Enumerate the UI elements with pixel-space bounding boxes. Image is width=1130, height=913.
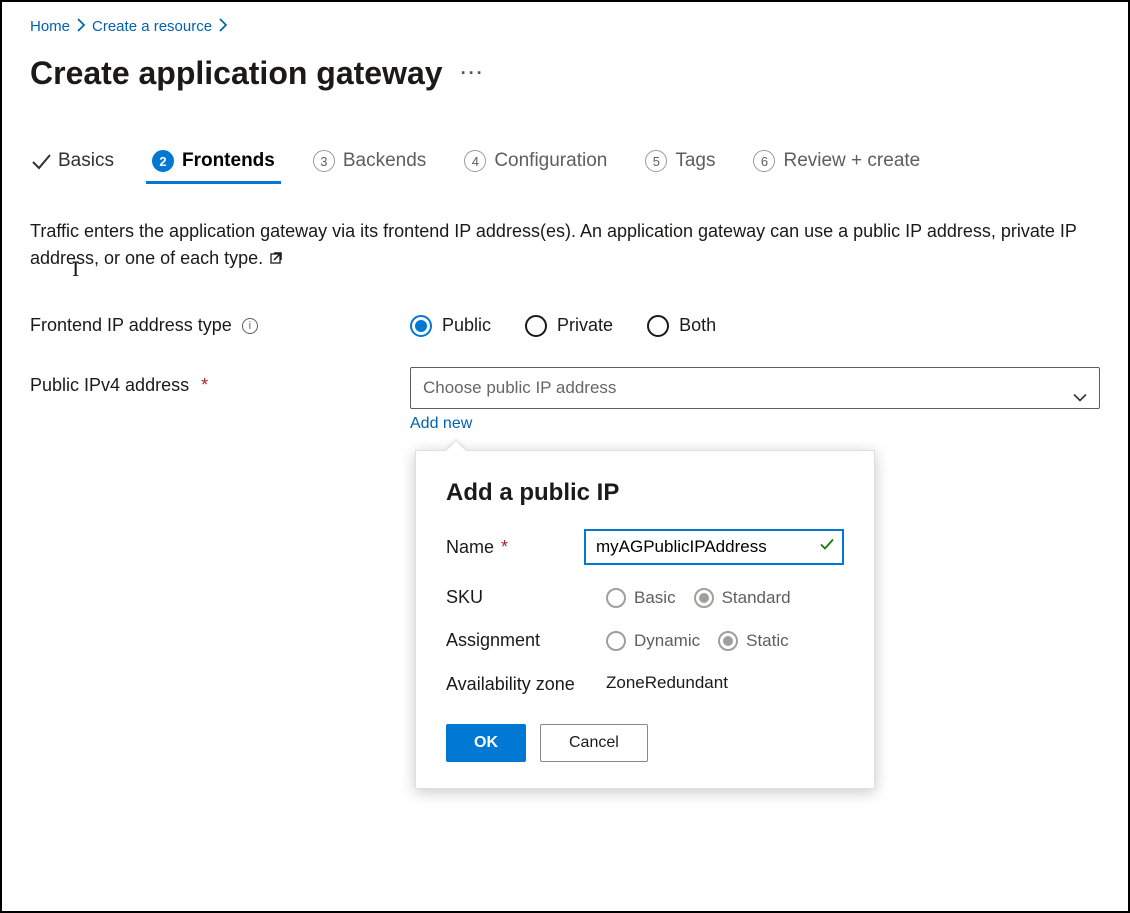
tab-label: Basics [58, 150, 114, 172]
cancel-button[interactable]: Cancel [540, 724, 648, 762]
chevron-right-icon [76, 16, 86, 37]
tab-label: Configuration [494, 150, 607, 172]
tab-label: Frontends [182, 150, 275, 172]
radio-assignment-static: Static [718, 631, 789, 651]
tab-number-icon: 3 [313, 150, 335, 172]
tab-basics[interactable]: Basics [30, 150, 114, 182]
check-icon [818, 536, 836, 559]
popup-zone-value: ZoneRedundant [606, 673, 844, 693]
frontend-ip-type-label: Frontend IP address type i [30, 315, 410, 336]
description-text: Traffic enters the application gateway v… [30, 218, 1080, 273]
radio-public[interactable]: Public [410, 315, 491, 337]
check-icon [30, 151, 50, 171]
tab-configuration[interactable]: 4 Configuration [464, 150, 607, 182]
radio-assignment-dynamic: Dynamic [606, 631, 700, 651]
chevron-down-icon [1072, 389, 1088, 410]
ok-button[interactable]: OK [446, 724, 526, 762]
tab-label: Tags [675, 150, 715, 172]
radio-both[interactable]: Both [647, 315, 716, 337]
add-public-ip-popup: Add a public IP Name * SKU Basic [415, 450, 875, 789]
breadcrumb-create-resource[interactable]: Create a resource [92, 18, 212, 35]
popup-name-input[interactable] [584, 529, 844, 565]
popup-sku-label: SKU [446, 587, 606, 608]
tab-backends[interactable]: 3 Backends [313, 150, 426, 182]
popup-assignment-label: Assignment [446, 630, 606, 651]
public-ip-label: Public IPv4 address* [30, 367, 410, 396]
frontend-ip-type-radios: Public Private Both [410, 315, 716, 337]
chevron-right-icon [218, 16, 228, 37]
tab-number-icon: 6 [753, 150, 775, 172]
radio-sku-standard: Standard [694, 588, 791, 608]
tab-label: Backends [343, 150, 426, 172]
add-new-link[interactable]: Add new [410, 415, 1100, 433]
tab-tags[interactable]: 5 Tags [645, 150, 715, 182]
wizard-tabs: Basics 2 Frontends 3 Backends 4 Configur… [30, 150, 1100, 182]
info-icon[interactable]: i [242, 318, 258, 334]
popup-name-label: Name * [446, 537, 584, 558]
external-link-icon[interactable] [270, 246, 286, 273]
tab-label: Review + create [783, 150, 920, 172]
tab-frontends[interactable]: 2 Frontends [152, 150, 275, 182]
popup-zone-label: Availability zone [446, 673, 606, 696]
popup-title: Add a public IP [446, 479, 844, 507]
breadcrumb: Home Create a resource [30, 14, 1100, 37]
radio-sku-basic: Basic [606, 588, 676, 608]
tab-number-icon: 4 [464, 150, 486, 172]
tab-number-icon: 5 [645, 150, 667, 172]
tab-number-icon: 2 [152, 150, 174, 172]
public-ip-select[interactable]: Choose public IP address [410, 367, 1100, 409]
more-icon[interactable]: ··· [461, 63, 485, 84]
tab-review-create[interactable]: 6 Review + create [753, 150, 920, 182]
breadcrumb-home[interactable]: Home [30, 18, 70, 35]
radio-private[interactable]: Private [525, 315, 613, 337]
page-title: Create application gateway ··· [30, 55, 1100, 92]
